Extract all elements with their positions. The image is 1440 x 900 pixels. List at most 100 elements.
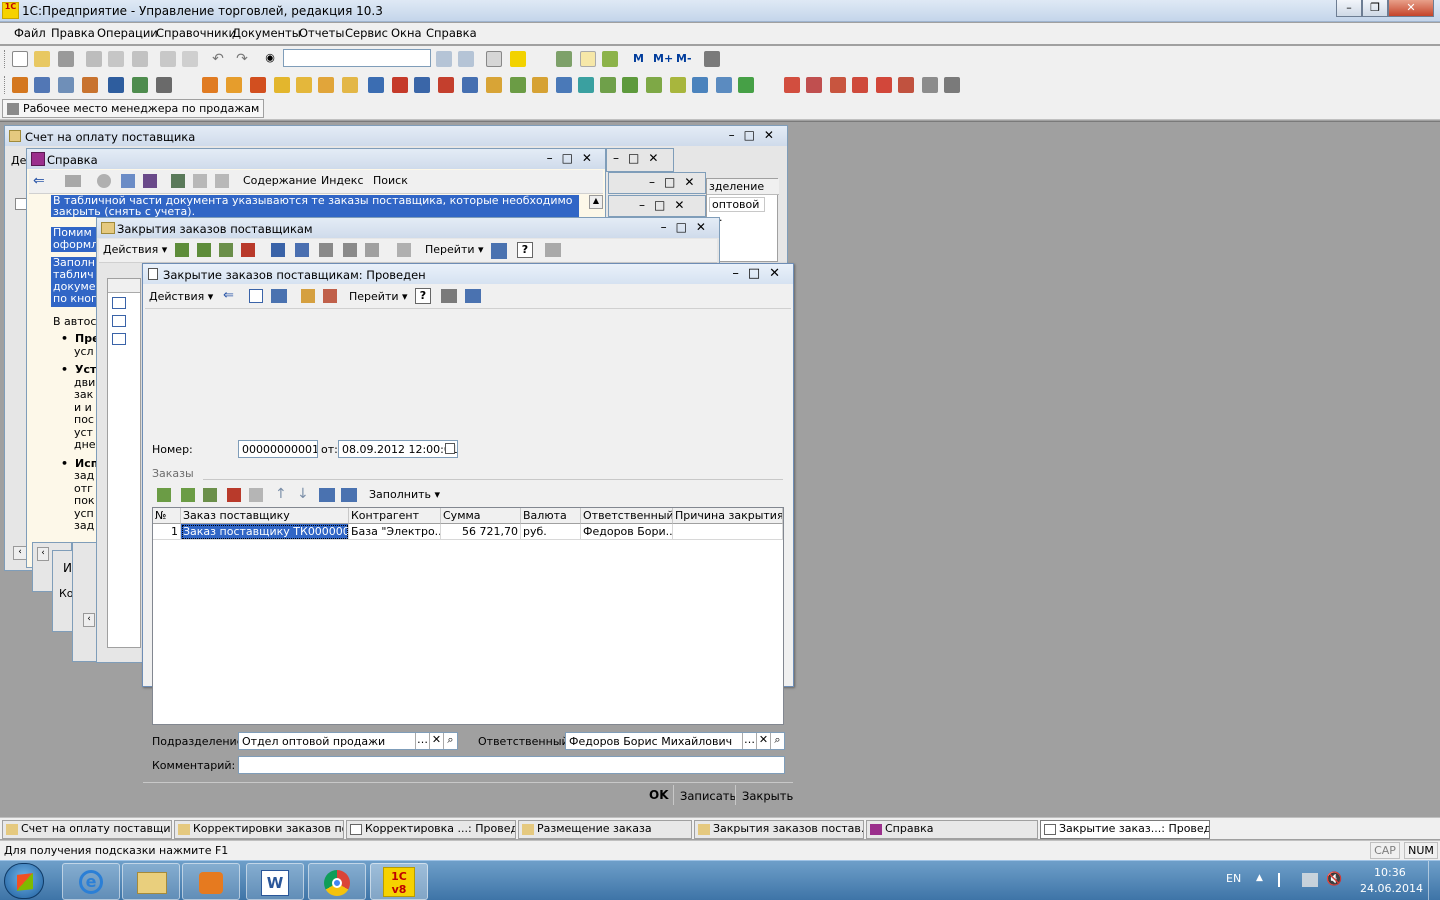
transfer-icon[interactable] (414, 77, 430, 93)
closing-doc-actions-menu[interactable]: Действия ▾ (149, 290, 213, 303)
report-icon[interactable] (692, 77, 708, 93)
column-header-counterparty[interactable]: Контрагент (349, 508, 441, 524)
menu-catalogs[interactable]: Справочники (156, 26, 236, 40)
sum-report-icon[interactable] (852, 77, 868, 93)
order-icon[interactable] (202, 77, 218, 93)
end-edit-icon[interactable] (249, 488, 263, 502)
responsible-field[interactable]: Федоров Борис Михайлович … ✕ ⌕ (565, 732, 785, 750)
users-icon[interactable] (108, 77, 124, 93)
memory-sub-button[interactable]: M- (676, 52, 692, 65)
close-app-button[interactable]: ✕ (1388, 0, 1434, 17)
stock-report-icon[interactable] (830, 77, 846, 93)
ie-taskbar-button[interactable]: e (62, 863, 120, 900)
clear-x-icon[interactable]: ✕ (429, 733, 443, 749)
help-1c-icon[interactable] (510, 51, 526, 67)
excel-icon[interactable] (738, 77, 754, 93)
find-prev-icon[interactable] (458, 51, 474, 67)
memory-m-button[interactable]: M (633, 52, 644, 65)
stop-icon[interactable] (97, 174, 111, 188)
print-icon[interactable] (160, 51, 176, 67)
movements-icon[interactable] (271, 289, 287, 303)
cash-out-icon[interactable] (578, 77, 594, 93)
delete-icon[interactable] (241, 243, 255, 257)
workspace-tab[interactable]: Рабочее место менеджера по продажам (2, 99, 265, 118)
onec-taskbar-button[interactable]: 1С v8 (370, 863, 428, 900)
comment-field[interactable] (238, 756, 785, 774)
minimize-button[interactable]: – (1336, 0, 1362, 17)
calendar-icon[interactable] (445, 443, 455, 454)
select-ellipsis-icon[interactable]: … (415, 733, 429, 749)
help-window-controls[interactable]: –□✕ (547, 151, 601, 165)
scroll-left-icon[interactable]: ‹ (37, 547, 49, 561)
column-header-responsible[interactable]: Ответственный (581, 508, 673, 524)
small-window-1-controls[interactable]: –□✕ (613, 151, 667, 165)
window-tab-correction-doc[interactable]: Корректировка ...: Проведен (346, 820, 516, 839)
ok-button[interactable]: OK (649, 788, 669, 802)
find-next-icon[interactable] (436, 51, 452, 67)
menu-reports[interactable]: Отчеты (299, 26, 344, 40)
goods-move-icon[interactable] (318, 77, 334, 93)
table-cell-currency[interactable]: руб. (521, 524, 581, 540)
find-binoculars-icon[interactable]: ◉ (262, 51, 278, 67)
post-icon[interactable] (343, 243, 357, 257)
preview-icon[interactable] (182, 51, 198, 67)
help-contents-tab[interactable]: Содержание (243, 174, 317, 187)
closing-doc-controls[interactable]: –□✕ (732, 266, 789, 281)
clear-icon[interactable] (323, 289, 337, 303)
select-ellipsis-icon[interactable]: … (742, 733, 756, 749)
clock-time[interactable]: 10:36 (1374, 866, 1406, 879)
open-magnifier-icon[interactable]: ⌕ (770, 733, 784, 749)
orders-report-icon[interactable] (876, 77, 892, 93)
prev-topic-icon[interactable] (193, 174, 207, 188)
posted-doc-icon[interactable] (112, 333, 126, 345)
add-row-icon[interactable] (157, 488, 171, 502)
paste-icon[interactable] (132, 51, 148, 67)
discount-icon[interactable] (532, 77, 548, 93)
redo-icon[interactable]: ↷ (234, 51, 250, 67)
warehouse-icon[interactable] (132, 77, 148, 93)
sales-report-icon[interactable] (784, 77, 800, 93)
register-icon[interactable] (34, 77, 50, 93)
table-cell-responsible[interactable]: Федоров Бори... (581, 524, 673, 540)
orders-table[interactable]: № Заказ поставщику Контрагент Сумма Валю… (152, 507, 784, 725)
window-tab-help[interactable]: Справка (866, 820, 1038, 839)
copy-row-icon[interactable] (181, 488, 195, 502)
new-document-icon[interactable] (12, 51, 28, 67)
help-search-tab[interactable]: Поиск (373, 174, 408, 187)
open-folder-icon[interactable] (34, 51, 50, 67)
chart-icon[interactable] (156, 77, 172, 93)
debts-report-icon[interactable] (898, 77, 914, 93)
invoice-window-controls[interactable]: –□✕ (729, 128, 783, 142)
menu-service[interactable]: Сервис (345, 26, 388, 40)
menu-edit[interactable]: Правка (51, 26, 95, 40)
delete-row-icon[interactable] (227, 488, 241, 502)
goods-return-icon[interactable] (342, 77, 358, 93)
restore-button[interactable]: ❐ (1362, 0, 1388, 17)
menu-operations[interactable]: Операции (97, 26, 158, 40)
edit-icon[interactable] (219, 243, 233, 257)
help-index-tab[interactable]: Индекс (321, 174, 364, 187)
table-cell-reason[interactable] (673, 524, 783, 540)
bank-in-icon[interactable] (600, 77, 616, 93)
toolbar-grip[interactable] (4, 50, 7, 68)
explorer-taskbar-button[interactable] (122, 863, 180, 900)
scroll-left-icon[interactable]: ‹ (83, 613, 95, 627)
chrome-taskbar-button[interactable] (308, 863, 366, 900)
tools-icon[interactable] (704, 51, 720, 67)
refresh-icon[interactable] (121, 174, 135, 188)
scroll-left-icon[interactable]: ‹ (13, 546, 27, 560)
payment-icon[interactable] (646, 77, 662, 93)
menu-file[interactable]: Файл (14, 26, 46, 40)
word-taskbar-button[interactable]: W (246, 863, 304, 900)
toolbar-grip[interactable] (4, 76, 7, 94)
next-topic-icon[interactable] (215, 174, 229, 188)
clear-x-icon[interactable]: ✕ (756, 733, 770, 749)
analysis-icon[interactable] (716, 77, 732, 93)
add-icon[interactable] (175, 243, 189, 257)
closing-doc-goto-menu[interactable]: Перейти ▾ (349, 290, 408, 303)
number-field[interactable]: 00000000001 (238, 440, 318, 458)
calendar-icon[interactable] (580, 51, 596, 67)
fill-button[interactable]: Заполнить ▾ (369, 488, 440, 501)
tree-icon[interactable] (319, 243, 333, 257)
closing-list-actions-menu[interactable]: Действия ▾ (103, 243, 167, 256)
